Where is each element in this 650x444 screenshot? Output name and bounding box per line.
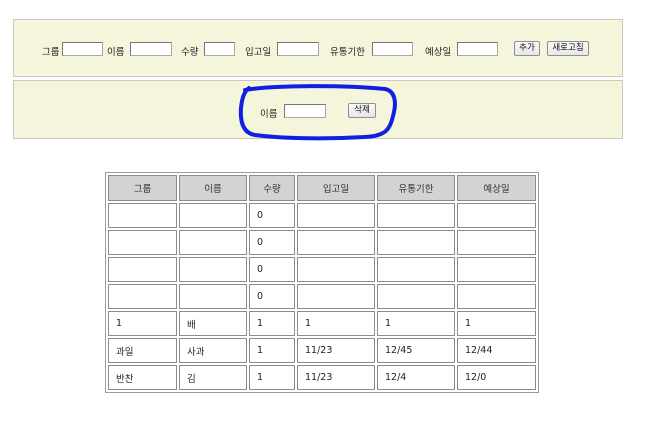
group-input[interactable] (62, 42, 103, 56)
table-row: 0 (108, 203, 536, 228)
add-item-panel: 그룹 이름 수량 입고일 유통기한 예상일 추가 새로고침 (13, 19, 623, 77)
delete-name-input[interactable] (284, 104, 326, 118)
delete-name-label: 이름 (260, 109, 278, 120)
delete-button[interactable]: 삭제 (348, 103, 376, 118)
cell-qty: 0 (249, 203, 295, 228)
cell-name: 배 (179, 311, 247, 336)
refresh-button[interactable]: 새로고침 (547, 41, 589, 56)
cell-in-date (297, 203, 375, 228)
cell-expiry: 12/45 (377, 338, 455, 363)
cell-expected-date (457, 203, 536, 228)
expected-date-input[interactable] (457, 42, 498, 56)
cell-group (108, 284, 177, 309)
table-row: 0 (108, 284, 536, 309)
table-row: 0 (108, 257, 536, 282)
cell-qty: 1 (249, 338, 295, 363)
name-input[interactable] (130, 42, 172, 56)
cell-expiry (377, 257, 455, 282)
cell-expected-date: 12/0 (457, 365, 536, 390)
add-button[interactable]: 추가 (514, 41, 540, 56)
cell-qty: 0 (249, 257, 295, 282)
cell-group (108, 257, 177, 282)
header-qty: 수량 (249, 175, 295, 201)
cell-qty: 1 (249, 311, 295, 336)
group-label: 그룹 (42, 47, 60, 58)
cell-name (179, 203, 247, 228)
cell-expiry: 1 (377, 311, 455, 336)
cell-group (108, 230, 177, 255)
inventory-table: 그룹 이름 수량 입고일 유통기한 예상일 0 0 0 0 1 배 1 1 1 … (105, 172, 539, 393)
qty-input[interactable] (204, 42, 235, 56)
cell-expected-date: 12/44 (457, 338, 536, 363)
cell-in-date: 11/23 (297, 365, 375, 390)
expected-date-label: 예상일 (425, 47, 452, 58)
table-row: 반찬 김 1 11/23 12/4 12/0 (108, 365, 536, 390)
cell-group (108, 203, 177, 228)
cell-expiry: 12/4 (377, 365, 455, 390)
cell-name (179, 284, 247, 309)
cell-expiry (377, 230, 455, 255)
cell-in-date (297, 257, 375, 282)
delete-item-panel: 이름 삭제 (13, 80, 623, 139)
table-row: 1 배 1 1 1 1 (108, 311, 536, 336)
name-label: 이름 (107, 47, 125, 58)
cell-qty: 0 (249, 284, 295, 309)
qty-label: 수량 (181, 47, 199, 58)
cell-name (179, 230, 247, 255)
cell-name (179, 257, 247, 282)
cell-expected-date (457, 230, 536, 255)
cell-group: 1 (108, 311, 177, 336)
header-expiry: 유통기한 (377, 175, 455, 201)
cell-expected-date (457, 284, 536, 309)
cell-in-date (297, 284, 375, 309)
expiry-label: 유통기한 (330, 47, 365, 58)
cell-in-date: 1 (297, 311, 375, 336)
cell-group: 과일 (108, 338, 177, 363)
header-group: 그룹 (108, 175, 177, 201)
cell-in-date: 11/23 (297, 338, 375, 363)
cell-name: 김 (179, 365, 247, 390)
expiry-input[interactable] (372, 42, 413, 56)
cell-qty: 1 (249, 365, 295, 390)
cell-expiry (377, 284, 455, 309)
cell-in-date (297, 230, 375, 255)
cell-expected-date: 1 (457, 311, 536, 336)
in-date-input[interactable] (277, 42, 319, 56)
cell-expiry (377, 203, 455, 228)
cell-group: 반찬 (108, 365, 177, 390)
header-expected-date: 예상일 (457, 175, 536, 201)
table-row: 과일 사과 1 11/23 12/45 12/44 (108, 338, 536, 363)
table-header-row: 그룹 이름 수량 입고일 유통기한 예상일 (108, 175, 536, 201)
cell-expected-date (457, 257, 536, 282)
cell-name: 사과 (179, 338, 247, 363)
table-row: 0 (108, 230, 536, 255)
cell-qty: 0 (249, 230, 295, 255)
in-date-label: 입고일 (245, 47, 272, 58)
header-in-date: 입고일 (297, 175, 375, 201)
header-name: 이름 (179, 175, 247, 201)
